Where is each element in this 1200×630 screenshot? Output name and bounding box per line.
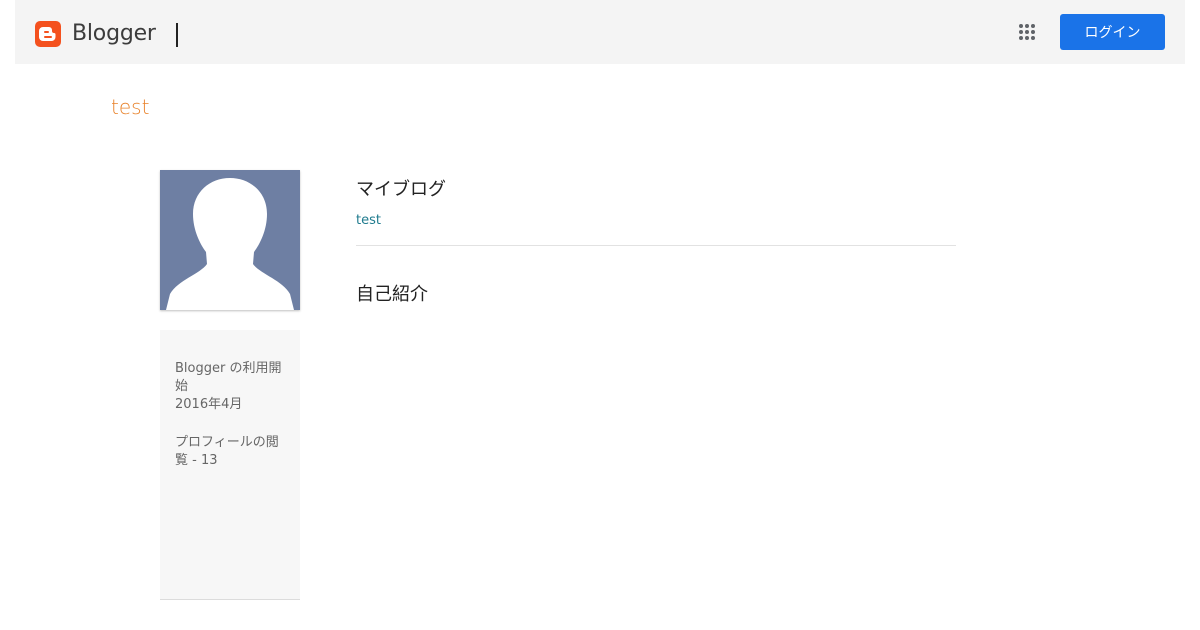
blogger-since: Blogger の利用開始 2016年4月 <box>175 360 285 414</box>
top-bar: Blogger ログイン <box>15 0 1185 64</box>
profile-avatar <box>160 170 300 310</box>
started-date: 2016年4月 <box>175 397 243 412</box>
brand-name[interactable]: Blogger <box>72 21 156 46</box>
about-heading: 自己紹介 <box>356 284 428 305</box>
my-blogs-heading: マイブログ <box>356 179 446 200</box>
default-profile-silhouette-icon <box>166 178 294 310</box>
blog-title[interactable]: test <box>111 95 149 119</box>
started-label: Blogger の利用開始 <box>175 361 282 394</box>
profile-sidebar: Blogger の利用開始 2016年4月 プロフィールの閲覧 - 13 <box>160 330 300 600</box>
profile-views: プロフィールの閲覧 - 13 <box>175 435 279 468</box>
header-divider <box>176 23 178 47</box>
main-content: マイブログ test 自己紹介 <box>356 175 956 306</box>
apps-grid-icon[interactable] <box>1019 24 1036 41</box>
login-button[interactable]: ログイン <box>1060 14 1165 50</box>
blog-link[interactable]: test <box>356 213 956 228</box>
section-divider <box>356 245 956 246</box>
blogger-logo-icon[interactable] <box>35 21 61 47</box>
